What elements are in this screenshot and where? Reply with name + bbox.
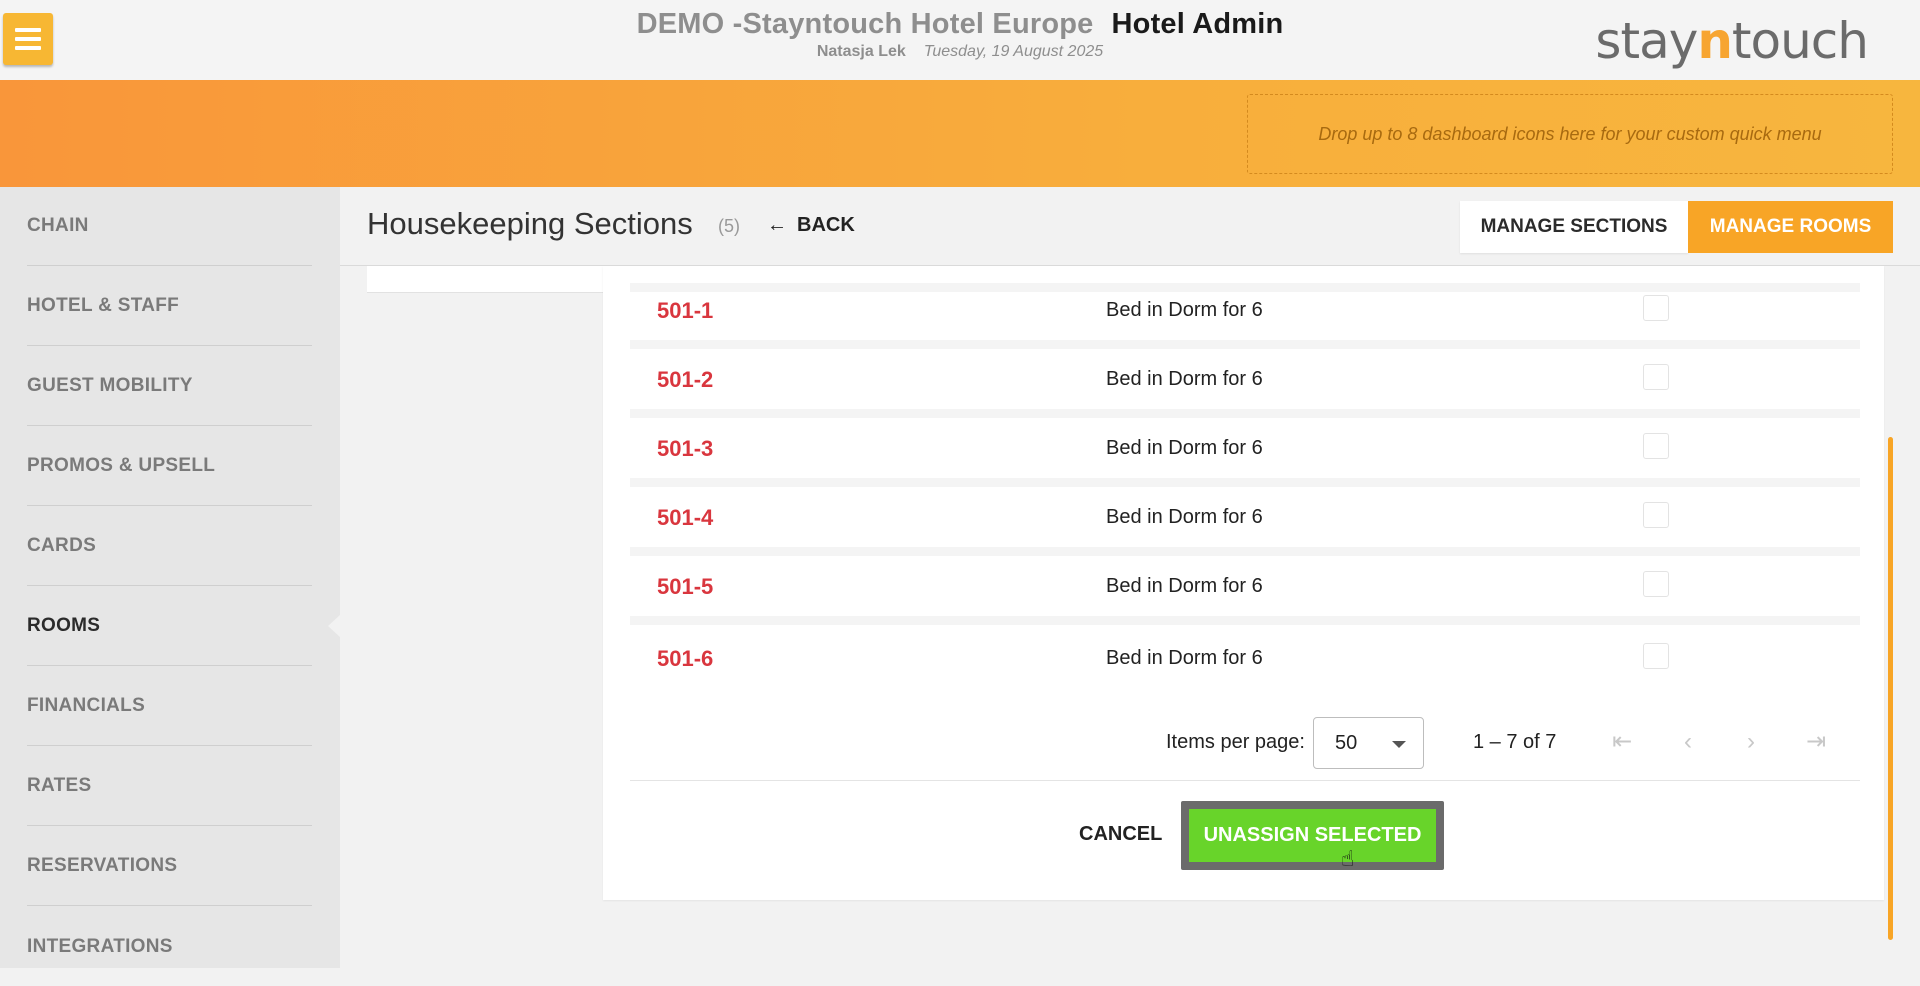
dropzone-text: Drop up to 8 dashboard icons here for yo… [1318, 123, 1822, 144]
room-type: Bed in Dorm for 6 [1106, 437, 1263, 459]
quick-menu-dropzone[interactable]: Drop up to 8 dashboard icons here for yo… [1247, 94, 1893, 174]
sidebar-item-rates[interactable]: RATES [27, 747, 312, 826]
unassign-selected-button[interactable]: UNASSIGN SELECTED [1189, 809, 1436, 862]
sidebar-item-financials[interactable]: FINANCIALS [27, 667, 312, 746]
next-page-icon[interactable]: › [1747, 728, 1755, 756]
prev-page-icon[interactable]: ‹ [1684, 728, 1692, 756]
sidebar-item-guest-mobility[interactable]: GUEST MOBILITY [27, 347, 312, 426]
pagination-divider [630, 780, 1860, 781]
sidebar-item-promos-upsell[interactable]: PROMOS & UPSELL [27, 427, 312, 506]
room-number[interactable]: 501-2 [657, 367, 713, 393]
pagination-range: 1 – 7 of 7 [1473, 731, 1557, 753]
stayntouch-logo: stayntouch [1595, 12, 1869, 70]
app-name: Hotel Admin [1111, 8, 1284, 40]
sidebar-item-cards[interactable]: CARDS [27, 507, 312, 586]
section-list-panel [367, 266, 603, 293]
table-row: 501-5 Bed in Dorm for 6 [630, 556, 1860, 625]
back-button[interactable]: ← BACK [767, 214, 855, 237]
active-indicator [328, 614, 341, 638]
room-type: Bed in Dorm for 6 [1106, 575, 1263, 597]
items-per-page-label: Items per page: [1166, 731, 1305, 753]
top-bar: DEMO -Stayntouch Hotel Europe Hotel Admin… [0, 0, 1920, 80]
room-type: Bed in Dorm for 6 [1106, 299, 1263, 321]
table-row: 501-6 Bed in Dorm for 6 [630, 628, 1860, 688]
first-page-icon[interactable]: ⇤ [1612, 728, 1632, 756]
room-type: Bed in Dorm for 6 [1106, 506, 1263, 528]
table-row: 501-3 Bed in Dorm for 6 [630, 418, 1860, 487]
last-page-icon[interactable]: ⇥ [1806, 728, 1826, 756]
room-type: Bed in Dorm for 6 [1106, 368, 1263, 390]
section-count: (5) [718, 216, 740, 236]
hotel-name: DEMO -Stayntouch Hotel Europe [636, 8, 1094, 40]
row-checkbox[interactable] [1643, 295, 1669, 321]
caret-down-icon [1392, 741, 1406, 748]
current-date: Tuesday, 19 August 2025 [923, 43, 1104, 60]
table-row: 501-2 Bed in Dorm for 6 [630, 349, 1860, 418]
items-per-page-select[interactable]: 50 [1313, 717, 1424, 769]
scrollbar-thumb[interactable] [1888, 437, 1893, 940]
sidebar-item-rooms[interactable]: ROOMS [27, 587, 312, 666]
manage-rooms-button[interactable]: MANAGE ROOMS [1688, 201, 1893, 253]
sidebar-item-hotel-staff[interactable]: HOTEL & STAFF [27, 267, 312, 346]
row-checkbox[interactable] [1643, 502, 1669, 528]
items-per-page-value: 50 [1335, 732, 1358, 754]
page-title: Housekeeping Sections [367, 206, 693, 241]
room-number[interactable]: 501-3 [657, 436, 713, 462]
sidebar-item-reservations[interactable]: RESERVATIONS [27, 827, 312, 906]
cancel-button[interactable]: CANCEL [1073, 822, 1168, 847]
row-checkbox[interactable] [1643, 571, 1669, 597]
sidebar-item-integrations[interactable]: INTEGRATIONS [27, 907, 312, 986]
room-number[interactable]: 501-4 [657, 505, 713, 531]
user-name: Natasja Lek [816, 43, 906, 60]
back-label: BACK [797, 214, 855, 236]
arrow-left-icon: ← [767, 214, 787, 236]
room-number[interactable]: 501-6 [657, 646, 713, 672]
row-checkbox[interactable] [1643, 433, 1669, 459]
row-checkbox[interactable] [1643, 364, 1669, 390]
hand-cursor-icon: ☝ [1341, 846, 1355, 871]
manage-sections-button[interactable]: MANAGE SECTIONS [1460, 201, 1688, 253]
sidebar-item-chain[interactable]: CHAIN [27, 187, 312, 266]
table-row: 501-4 Bed in Dorm for 6 [630, 487, 1860, 556]
room-number[interactable]: 501-5 [657, 574, 713, 600]
room-type: Bed in Dorm for 6 [1106, 647, 1263, 669]
row-checkbox[interactable] [1643, 643, 1669, 669]
sidebar: CHAIN HOTEL & STAFF GUEST MOBILITY PROMO… [0, 187, 340, 968]
room-number[interactable]: 501-1 [657, 298, 713, 324]
table-row: 501-1 Bed in Dorm for 6 [630, 280, 1860, 349]
